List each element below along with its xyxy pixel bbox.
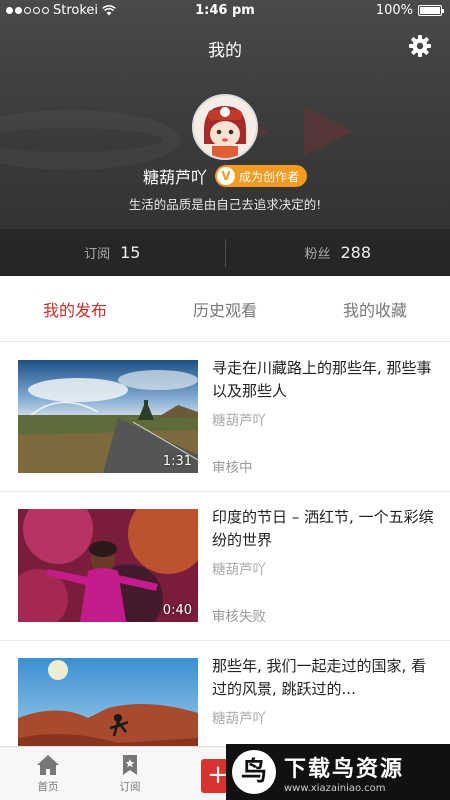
video-title[interactable]: 印度的节日 – 洒红节, 一个五彩缤纷的世界	[212, 506, 438, 552]
video-duration: 1:31	[162, 454, 192, 469]
video-status: 审核中	[212, 460, 253, 476]
tab-favorites[interactable]: 我的收藏	[300, 276, 450, 341]
nav-label: 首页	[37, 781, 59, 793]
stat-value: 288	[340, 243, 372, 262]
become-creator-button[interactable]: V 成为创作者	[215, 165, 308, 187]
video-status: 审核失败	[212, 609, 266, 625]
watermark-logo: 鸟	[232, 750, 276, 794]
list-item[interactable]: 1:31 寻走在川藏路上的那些年, 那些事以及那些人 糖葫芦吖 审核中	[0, 343, 450, 492]
nav-home[interactable]: 首页	[18, 753, 78, 794]
page-title: 我的	[208, 41, 242, 61]
nav-label: 订阅	[119, 781, 141, 793]
stat-label: 粉丝	[304, 247, 331, 262]
watermark-title: 下载鸟资源	[284, 756, 405, 782]
watermark-url: www.xiazainiao.com	[284, 782, 386, 794]
avatar-image	[194, 96, 256, 158]
video-title[interactable]: 那些年, 我们一起走过的国家, 看过的风景, 跳跃过的...	[212, 655, 438, 701]
nav-subscriptions[interactable]: 订阅	[100, 753, 160, 794]
username-row: 糖葫芦吖 V 成为创作者	[0, 164, 450, 188]
tab-history[interactable]: 历史观看	[150, 276, 300, 341]
video-thumbnail[interactable]: 0:40	[18, 509, 198, 622]
avatar[interactable]	[192, 94, 258, 160]
bookmark-icon	[123, 755, 137, 775]
watermark-text: 下载鸟资源 www.xiazainiao.com	[284, 751, 404, 794]
video-author: 糖葫芦吖	[212, 711, 266, 727]
video-duration: 0:40	[162, 603, 192, 618]
list-item[interactable]: 0:40 印度的节日 – 洒红节, 一个五彩缤纷的世界 糖葫芦吖 审核失败	[0, 492, 450, 641]
video-author: 糖葫芦吖	[212, 562, 266, 578]
battery-icon	[418, 5, 444, 16]
home-icon	[37, 755, 59, 775]
profile-header: ▶ ▶ Strokei 1:46 pm 100% 我的 糖葫芦吖 V 成为创作者…	[0, 0, 450, 276]
username: 糖葫芦吖	[142, 168, 207, 187]
stat-subscriptions[interactable]: 订阅 15	[0, 243, 225, 262]
stat-value: 15	[120, 243, 141, 262]
video-author: 糖葫芦吖	[212, 413, 266, 429]
user-motto: 生活的品质是由自己去追求决定的!	[128, 197, 322, 212]
stats-bar: 订阅 15 粉丝 288	[0, 228, 450, 276]
video-title[interactable]: 寻走在川藏路上的那些年, 那些事以及那些人	[212, 357, 438, 403]
gear-icon[interactable]	[408, 34, 432, 58]
content-tabs: 我的发布 历史观看 我的收藏	[0, 276, 450, 342]
creator-badge-label: 成为创作者	[239, 169, 300, 184]
status-bar: Strokei 1:46 pm 100%	[0, 0, 450, 22]
status-right: 100%	[375, 3, 444, 18]
video-thumbnail[interactable]: 1:31	[18, 360, 198, 473]
battery-percent: 100%	[375, 3, 413, 18]
header-decoration	[0, 110, 180, 170]
video-list: 1:31 寻走在川藏路上的那些年, 那些事以及那些人 糖葫芦吖 审核中 0:40…	[0, 343, 450, 790]
tab-my-posts[interactable]: 我的发布	[0, 276, 150, 341]
battery-fill	[420, 7, 440, 14]
stat-label: 订阅	[84, 247, 111, 262]
watermark: 鸟 下载鸟资源 www.xiazainiao.com	[226, 744, 450, 800]
creator-v-icon: V	[217, 167, 235, 185]
stat-followers[interactable]: 粉丝 288	[226, 243, 450, 262]
